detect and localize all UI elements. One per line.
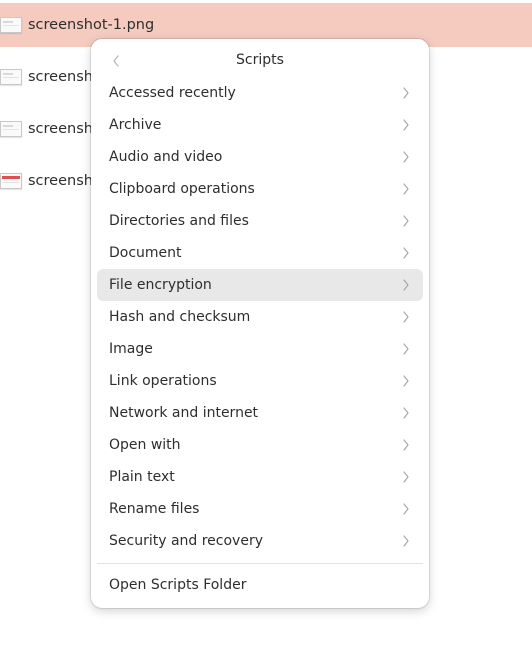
menu-item-hash-and-checksum[interactable]: Hash and checksum <box>97 301 423 333</box>
menu-item-audio-and-video[interactable]: Audio and video <box>97 141 423 173</box>
chevron-right-icon <box>401 213 411 229</box>
chevron-right-icon <box>401 373 411 389</box>
chevron-right-icon <box>401 501 411 517</box>
popover-title: Scripts <box>236 52 284 68</box>
image-thumbnail-icon <box>0 121 22 137</box>
image-thumbnail-icon <box>0 173 22 189</box>
scripts-popover-menu: Scripts Accessed recently Archive Audio … <box>91 39 429 608</box>
menu-item-label: Directories and files <box>109 213 249 229</box>
open-scripts-folder-label: Open Scripts Folder <box>109 577 247 593</box>
chevron-right-icon <box>401 149 411 165</box>
menu-item-label: Network and internet <box>109 405 259 421</box>
menu-item-label: Document <box>109 245 182 261</box>
popover-header: Scripts <box>91 47 429 75</box>
menu-item-plain-text[interactable]: Plain text <box>97 461 423 493</box>
menu-item-label: Rename files <box>109 501 200 517</box>
menu-item-directories-and-files[interactable]: Directories and files <box>97 205 423 237</box>
chevron-right-icon <box>401 277 411 293</box>
chevron-right-icon <box>401 437 411 453</box>
menu-item-label: Archive <box>109 117 162 133</box>
menu-item-rename-files[interactable]: Rename files <box>97 493 423 525</box>
menu-item-label: File encryption <box>109 277 212 293</box>
chevron-right-icon <box>401 181 411 197</box>
chevron-right-icon <box>401 245 411 261</box>
menu-item-network-and-internet[interactable]: Network and internet <box>97 397 423 429</box>
menu-item-document[interactable]: Document <box>97 237 423 269</box>
image-thumbnail-icon <box>0 69 22 85</box>
menu-item-label: Link operations <box>109 373 217 389</box>
menu-separator <box>97 563 423 564</box>
scripts-menu: Accessed recently Archive Audio and vide… <box>97 77 423 557</box>
menu-item-label: Audio and video <box>109 149 223 165</box>
menu-item-label: Clipboard operations <box>109 181 255 197</box>
menu-item-label: Accessed recently <box>109 85 236 101</box>
menu-item-label: Security and recovery <box>109 533 263 549</box>
chevron-right-icon <box>401 341 411 357</box>
menu-item-image[interactable]: Image <box>97 333 423 365</box>
menu-item-label: Hash and checksum <box>109 309 251 325</box>
menu-item-link-operations[interactable]: Link operations <box>97 365 423 397</box>
chevron-right-icon <box>401 405 411 421</box>
image-thumbnail-icon <box>0 17 22 33</box>
open-scripts-folder-button[interactable]: Open Scripts Folder <box>97 569 423 601</box>
menu-item-label: Open with <box>109 437 181 453</box>
chevron-right-icon <box>401 309 411 325</box>
chevron-right-icon <box>401 533 411 549</box>
menu-item-accessed-recently[interactable]: Accessed recently <box>97 77 423 109</box>
menu-item-file-encryption[interactable]: File encryption <box>97 269 423 301</box>
chevron-right-icon <box>401 85 411 101</box>
menu-item-label: Image <box>109 341 153 357</box>
menu-item-archive[interactable]: Archive <box>97 109 423 141</box>
chevron-right-icon <box>401 469 411 485</box>
file-name: screenshot-1.png <box>28 17 155 33</box>
menu-item-open-with[interactable]: Open with <box>97 429 423 461</box>
menu-item-clipboard-operations[interactable]: Clipboard operations <box>97 173 423 205</box>
chevron-right-icon <box>401 117 411 133</box>
menu-item-label: Plain text <box>109 469 175 485</box>
menu-item-security-and-recovery[interactable]: Security and recovery <box>97 525 423 557</box>
